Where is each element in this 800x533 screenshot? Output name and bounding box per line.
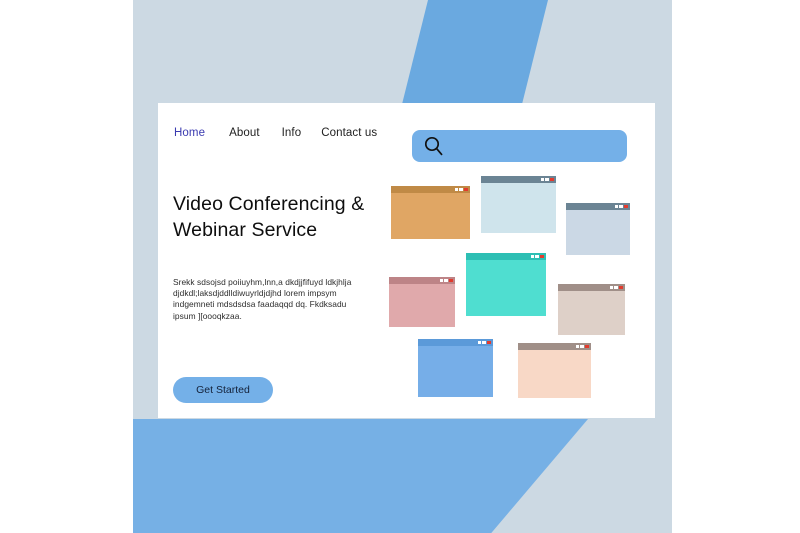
window-content (558, 291, 625, 335)
window-content (481, 183, 556, 233)
window-titlebar (389, 277, 455, 284)
window-content (518, 350, 591, 398)
main-navigation: Home About Info Contact us (174, 127, 377, 139)
window-close-button[interactable] (550, 177, 554, 182)
window-maximize-button[interactable] (545, 177, 549, 182)
get-started-button[interactable]: Get Started (173, 377, 273, 403)
hero-description: Srekk sdsojsd poiiuyhm,lnn,a dkdjjfifuyd… (173, 277, 352, 321)
window-titlebar (558, 284, 625, 291)
search-input[interactable] (450, 130, 624, 164)
nav-item-home[interactable]: Home (174, 127, 205, 139)
window-maximize-button[interactable] (444, 278, 448, 283)
window-content (566, 210, 630, 255)
window-maximize-button[interactable] (580, 344, 584, 349)
window-card-steel[interactable] (566, 203, 630, 255)
page-title: Video Conferencing & Webinar Service (173, 193, 365, 241)
window-titlebar (566, 203, 630, 210)
window-titlebar (418, 339, 493, 346)
window-card-orange[interactable] (391, 186, 470, 239)
window-close-button[interactable] (585, 344, 589, 349)
nav-item-info[interactable]: Info (282, 127, 302, 139)
window-titlebar (518, 343, 591, 350)
window-titlebar (391, 186, 470, 193)
decorative-band-bottom (133, 419, 588, 533)
window-titlebar (481, 176, 556, 183)
window-minimize-button[interactable] (530, 254, 535, 259)
window-minimize-button[interactable] (439, 278, 444, 283)
window-minimize-button[interactable] (540, 177, 545, 182)
nav-item-about[interactable]: About (229, 127, 260, 139)
window-close-button[interactable] (624, 204, 628, 209)
window-minimize-button[interactable] (477, 340, 482, 345)
nav-item-contact-us[interactable]: Contact us (321, 127, 377, 139)
search-icon (424, 136, 444, 156)
window-maximize-button[interactable] (482, 340, 486, 345)
window-content (418, 346, 493, 397)
window-titlebar (466, 253, 546, 260)
window-minimize-button[interactable] (575, 344, 580, 349)
window-maximize-button[interactable] (535, 254, 539, 259)
window-close-button[interactable] (464, 187, 468, 192)
window-card-lightblue[interactable] (481, 176, 556, 233)
window-maximize-button[interactable] (459, 187, 463, 192)
window-card-peach[interactable] (518, 343, 591, 398)
window-card-teal[interactable] (466, 253, 546, 316)
decorative-band-top (399, 0, 549, 116)
window-minimize-button[interactable] (454, 187, 459, 192)
window-card-beige[interactable] (558, 284, 625, 335)
window-minimize-button[interactable] (614, 204, 619, 209)
window-card-pink[interactable] (389, 277, 455, 327)
window-close-button[interactable] (487, 340, 491, 345)
window-maximize-button[interactable] (614, 285, 618, 290)
window-close-button[interactable] (540, 254, 544, 259)
window-card-blue[interactable] (418, 339, 493, 397)
window-content (466, 260, 546, 316)
window-content (391, 193, 470, 239)
search-bar[interactable] (412, 130, 627, 164)
window-maximize-button[interactable] (619, 204, 623, 209)
window-minimize-button[interactable] (609, 285, 614, 290)
window-close-button[interactable] (449, 278, 453, 283)
window-content (389, 284, 455, 327)
landing-page-illustration: Home About Info Contact us Video Confere… (0, 0, 800, 533)
window-close-button[interactable] (619, 285, 623, 290)
